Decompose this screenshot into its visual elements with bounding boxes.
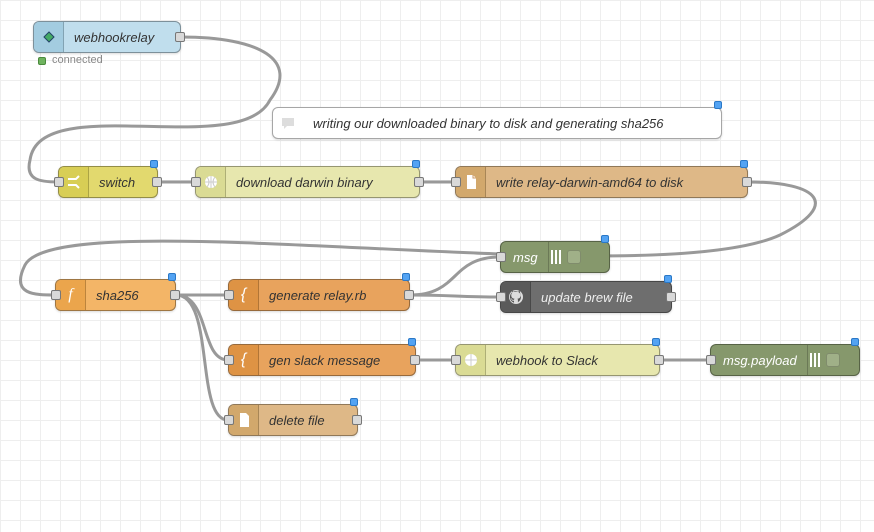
node-label: generate relay.rb (259, 288, 376, 303)
changed-dot (601, 235, 609, 243)
status-dot-connected (38, 57, 46, 65)
status-connected-label: connected (52, 54, 103, 66)
changed-dot (652, 338, 660, 346)
changed-dot (851, 338, 859, 346)
node-webhook-slack[interactable]: webhook to Slack (455, 344, 660, 376)
port-out[interactable] (742, 177, 752, 187)
port-in[interactable] (191, 177, 201, 187)
changed-dot (150, 160, 158, 168)
connector-icon (34, 22, 64, 52)
debug-controls[interactable] (807, 345, 843, 375)
flow-canvas[interactable]: webhookrelay connected writing our downl… (0, 0, 874, 532)
port-out[interactable] (170, 290, 180, 300)
changed-dot (664, 275, 672, 283)
node-label: gen slack message (259, 353, 390, 368)
port-in[interactable] (451, 177, 461, 187)
port-in[interactable] (224, 415, 234, 425)
node-msg-debug[interactable]: msg (500, 241, 610, 273)
node-label: writing our downloaded binary to disk an… (303, 116, 674, 131)
port-out[interactable] (410, 355, 420, 365)
node-switch[interactable]: switch (58, 166, 158, 198)
wires-layer (0, 0, 874, 532)
port-in[interactable] (54, 177, 64, 187)
changed-dot (412, 160, 420, 168)
node-label: download darwin binary (226, 175, 383, 190)
port-in[interactable] (451, 355, 461, 365)
port-in[interactable] (224, 290, 234, 300)
node-label: webhook to Slack (486, 353, 608, 368)
changed-dot (740, 160, 748, 168)
changed-dot (168, 273, 176, 281)
port-out[interactable] (414, 177, 424, 187)
port-out[interactable] (654, 355, 664, 365)
changed-dot (350, 398, 358, 406)
node-sha256[interactable]: f sha256 (55, 279, 176, 311)
debug-controls[interactable] (548, 242, 584, 272)
changed-dot (408, 338, 416, 346)
port-in[interactable] (224, 355, 234, 365)
node-label: msg (501, 250, 548, 265)
changed-dot (402, 273, 410, 281)
port-out[interactable] (666, 292, 676, 302)
node-write-disk[interactable]: write relay-darwin-amd64 to disk (455, 166, 748, 198)
port-out[interactable] (152, 177, 162, 187)
node-label: msg.payload (711, 353, 807, 368)
node-gen-slack[interactable]: { gen slack message (228, 344, 416, 376)
port-out[interactable] (175, 32, 185, 42)
node-label: switch (89, 175, 145, 190)
node-label: webhookrelay (64, 30, 164, 45)
node-comment[interactable]: writing our downloaded binary to disk an… (272, 107, 722, 139)
node-payload-debug[interactable]: msg.payload (710, 344, 860, 376)
node-label: update brew file (531, 290, 643, 305)
node-label: write relay-darwin-amd64 to disk (486, 175, 693, 190)
node-label: sha256 (86, 288, 149, 303)
node-label: delete file (259, 413, 335, 428)
port-in[interactable] (51, 290, 61, 300)
node-webhookrelay[interactable]: webhookrelay (33, 21, 181, 53)
port-out[interactable] (404, 290, 414, 300)
node-delete-file[interactable]: delete file (228, 404, 358, 436)
node-gen-relay[interactable]: { generate relay.rb (228, 279, 410, 311)
port-in[interactable] (706, 355, 716, 365)
changed-dot (714, 101, 722, 109)
port-in[interactable] (496, 252, 506, 262)
node-download[interactable]: download darwin binary (195, 166, 420, 198)
comment-icon (273, 108, 303, 138)
port-out[interactable] (352, 415, 362, 425)
port-in[interactable] (496, 292, 506, 302)
node-update-brew[interactable]: update brew file (500, 281, 672, 313)
